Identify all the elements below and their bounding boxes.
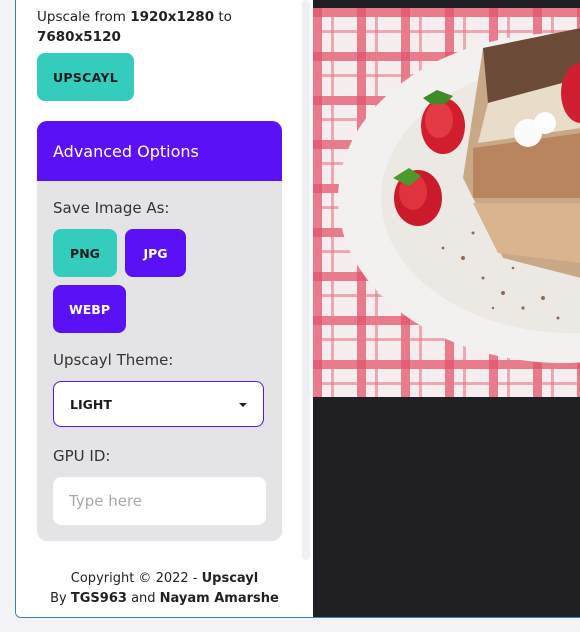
- target-resolution: 7680x5120: [37, 29, 121, 45]
- app-window: Upscale from 1920x1280 to 7680x5120 UPSC…: [15, 0, 580, 618]
- image-icon: [313, 8, 580, 397]
- gpu-id-input[interactable]: [53, 477, 266, 525]
- advanced-options-panel: Advanced Options Save Image As: PNG JPG …: [37, 121, 282, 541]
- sidebar-scrollbar[interactable]: [302, 0, 310, 560]
- app-link[interactable]: Upscayl: [202, 571, 259, 586]
- gpu-id-label: GPU ID:: [53, 447, 111, 465]
- and-text: and: [126, 591, 160, 606]
- left-pane: Upscale from 1920x1280 to 7680x5120 UPSC…: [16, 0, 313, 617]
- save-as-label: Save Image As:: [53, 199, 170, 217]
- format-webp-button[interactable]: WEBP: [53, 285, 126, 333]
- upscale-prefix: Upscale from: [37, 9, 131, 25]
- upscayl-button[interactable]: UPSCAYL: [37, 53, 134, 101]
- upscale-mid: to: [214, 9, 232, 25]
- author-link-1[interactable]: TGS963: [71, 591, 127, 606]
- theme-select[interactable]: LIGHT: [53, 381, 264, 427]
- format-jpg-button[interactable]: JPG: [125, 229, 186, 277]
- theme-select-value: LIGHT: [70, 396, 112, 412]
- chevron-down-icon: [239, 403, 247, 407]
- copyright-text: Copyright © 2022 -: [70, 571, 202, 586]
- source-resolution: 1920x1280: [130, 9, 215, 25]
- image-viewer: [313, 0, 580, 617]
- author-link-2[interactable]: Nayam Amarshe: [160, 591, 279, 606]
- advanced-options-header[interactable]: Advanced Options: [37, 121, 282, 181]
- by-text: By: [50, 591, 71, 606]
- upscale-info: Upscale from 1920x1280 to 7680x5120: [37, 7, 277, 47]
- theme-label: Upscayl Theme:: [53, 351, 174, 369]
- format-png-button[interactable]: PNG: [53, 229, 117, 277]
- footer: Copyright © 2022 - Upscayl By TGS963 and…: [16, 569, 313, 609]
